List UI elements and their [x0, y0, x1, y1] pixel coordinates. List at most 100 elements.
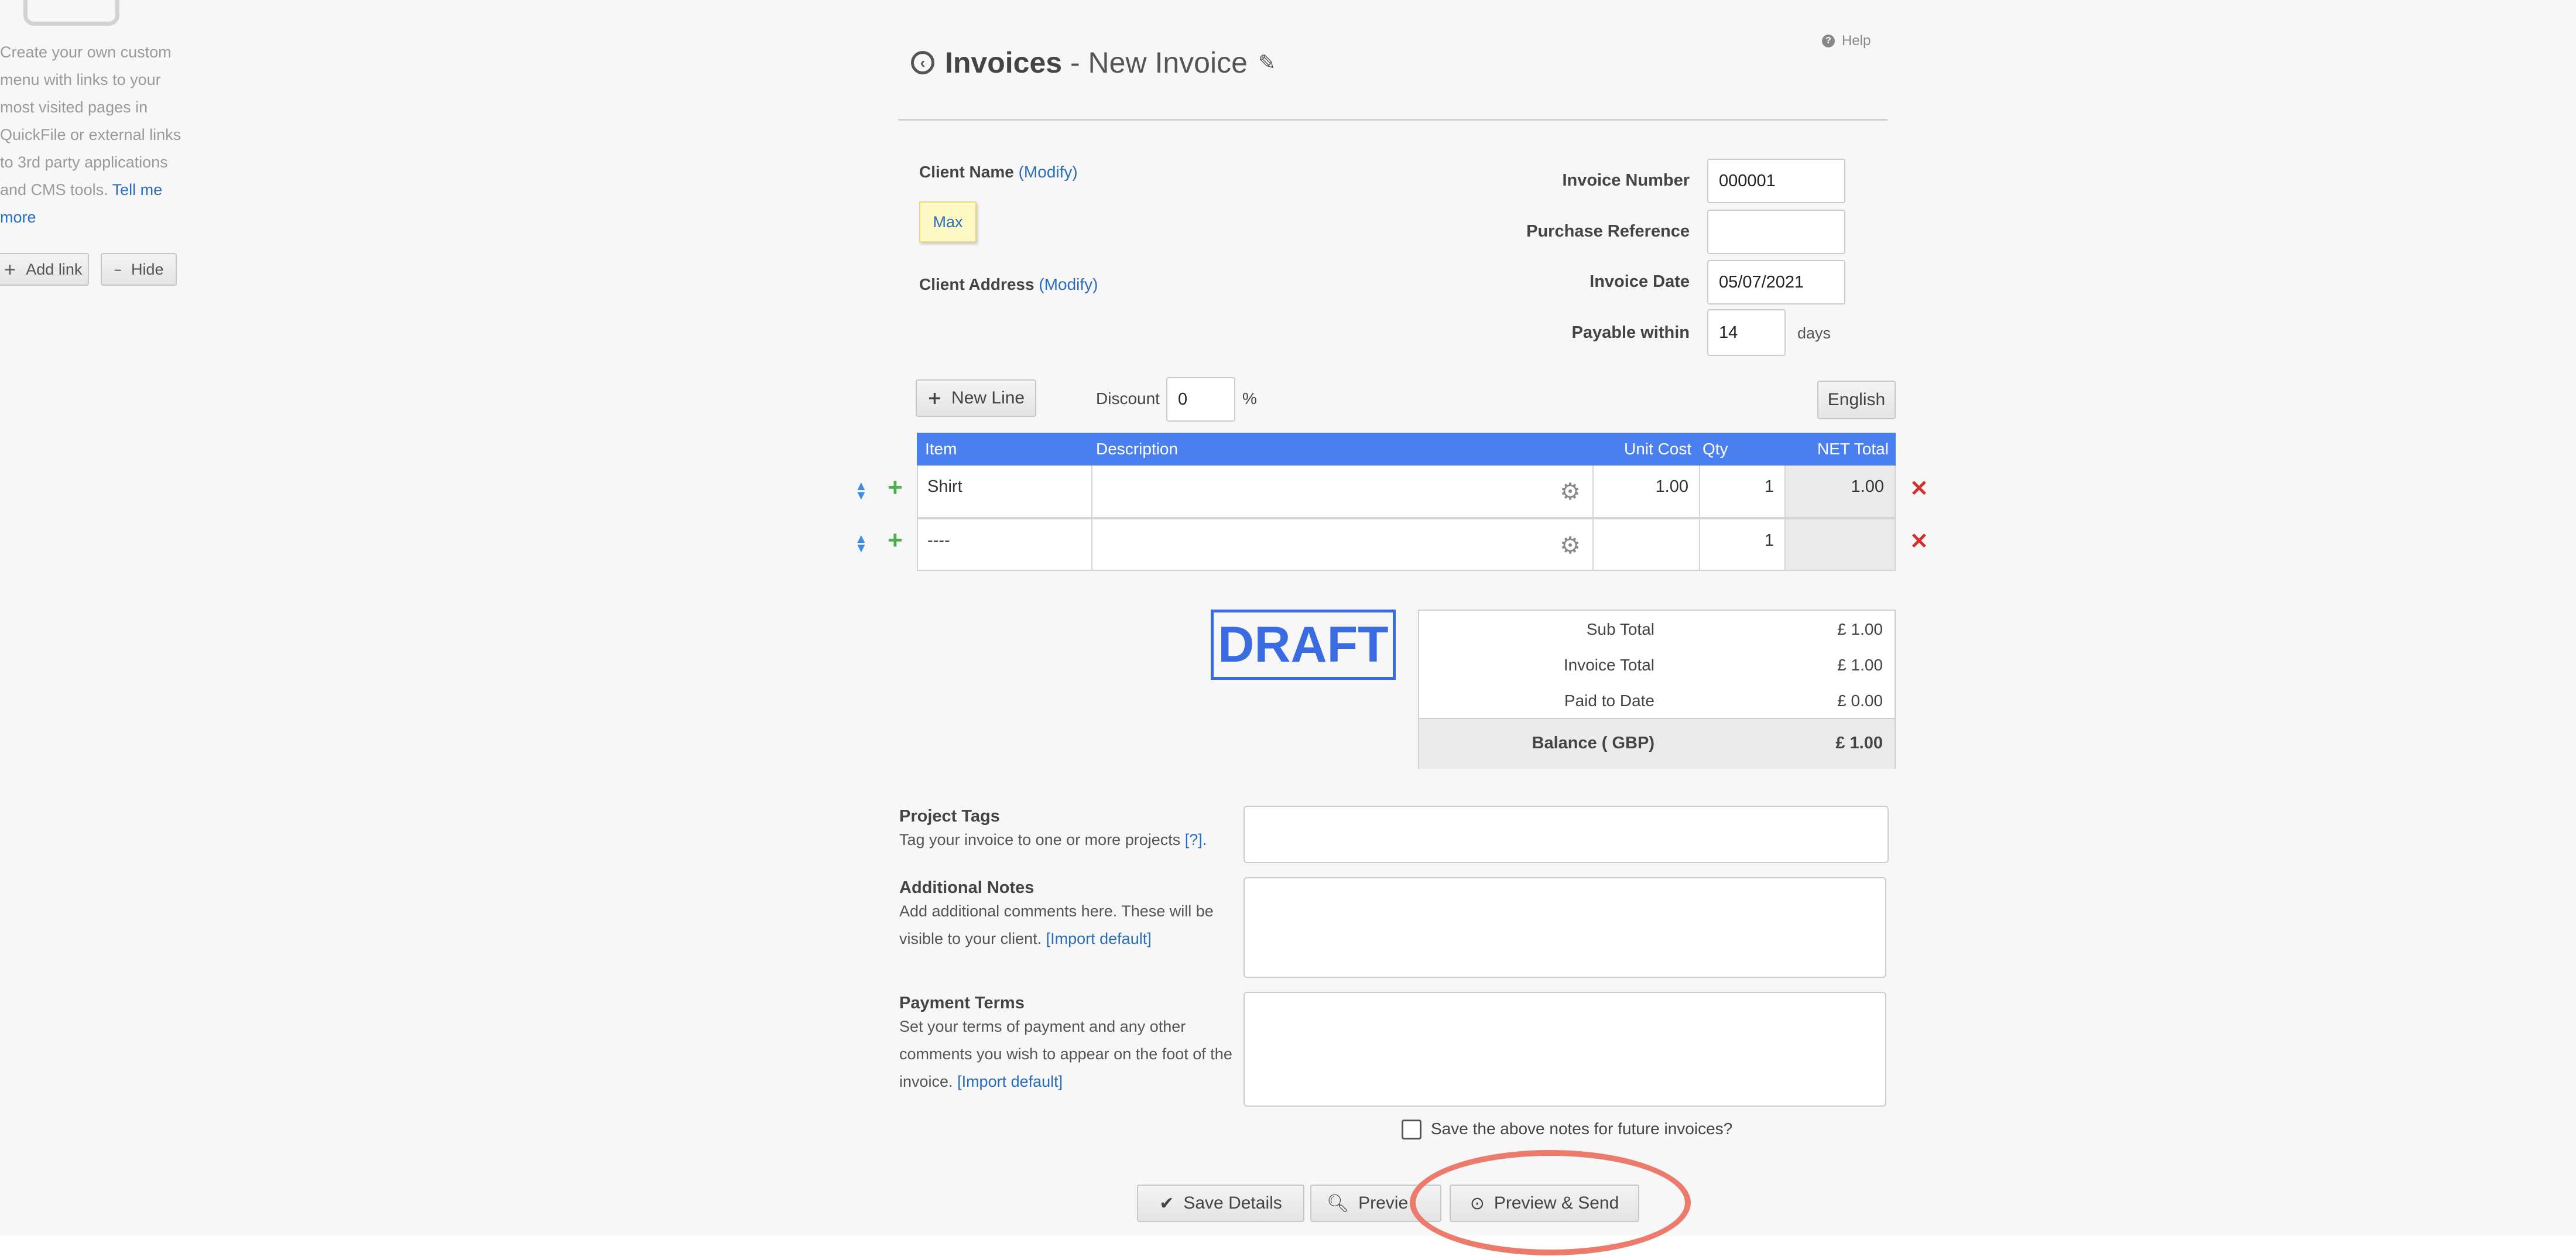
- page-footer-strip: [0, 1236, 2576, 1256]
- balance-value: £ 1.00: [1835, 734, 1883, 752]
- payment-terms-title: Payment Terms: [899, 994, 1025, 1012]
- item-value: Shirt: [927, 477, 962, 496]
- page-title-section: Invoices: [945, 46, 1063, 79]
- invoice-number-input[interactable]: 000001: [1707, 159, 1845, 203]
- terms-import-default-link[interactable]: [Import default]: [957, 1073, 1063, 1090]
- page-title: ‹ Invoices - New Invoice ✎: [911, 42, 1276, 83]
- client-address-label: Client Address (Modify): [919, 275, 1098, 294]
- project-tags-help-link[interactable]: [?].: [1185, 831, 1207, 848]
- client-name-label: Client Name (Modify): [919, 163, 1078, 182]
- purchase-reference-label: Purchase Reference: [1526, 222, 1690, 241]
- qty-cell[interactable]: 1: [1700, 519, 1786, 570]
- purchase-reference-input[interactable]: [1707, 210, 1845, 254]
- paid-to-date-row: Paid to Date £ 0.00: [1419, 682, 1895, 718]
- help-label: Help: [1842, 33, 1871, 49]
- new-line-button[interactable]: + New Line: [916, 379, 1036, 417]
- invoice-date-label: Invoice Date: [1590, 272, 1690, 291]
- modify-client-name-link[interactable]: (Modify): [1019, 163, 1078, 181]
- preview-and-send-label: Preview & Send: [1493, 1193, 1619, 1213]
- totals-box: Sub Total £ 1.00 Invoice Total £ 1.00 Pa…: [1418, 610, 1896, 769]
- notes-import-default-link[interactable]: [Import default]: [1046, 930, 1152, 947]
- custom-menu-logo: [23, 0, 119, 26]
- invoice-lines-header: Item Description Unit Cost Qty NET Total: [917, 433, 1896, 466]
- invoice-number-label: Invoice Number: [1562, 171, 1690, 190]
- qty-value: 1: [1764, 477, 1774, 496]
- add-link-button[interactable]: + Add link: [0, 253, 89, 286]
- language-button[interactable]: English: [1817, 381, 1896, 419]
- description-cell[interactable]: ⚙: [1092, 466, 1594, 517]
- minus-icon: –: [114, 260, 122, 279]
- custom-menu-text: Create your own custom menu with links t…: [0, 43, 181, 199]
- sub-total-value: £ 1.00: [1837, 620, 1883, 638]
- delete-line-icon[interactable]: ✕: [1910, 475, 1928, 502]
- preview-button[interactable]: 🔍︎ Previe: [1310, 1185, 1441, 1222]
- project-tags-section: Project Tags Tag your invoice to one or …: [899, 807, 1233, 854]
- title-separator: -: [1062, 46, 1088, 79]
- help-link[interactable]: ? Help: [1822, 33, 1871, 49]
- delete-line-icon[interactable]: ✕: [1910, 528, 1928, 555]
- net-total-cell: 1.00: [1786, 466, 1895, 517]
- payable-within-label: Payable within: [1571, 323, 1690, 342]
- balance-row: Balance ( GBP) £ 1.00: [1419, 718, 1895, 769]
- custom-menu-description: Create your own custom menu with links t…: [0, 39, 181, 231]
- hide-label: Hide: [131, 260, 164, 278]
- back-arrow-icon[interactable]: ‹: [911, 51, 934, 74]
- project-tags-description: Tag your invoice to one or more projects…: [899, 826, 1233, 854]
- item-cell[interactable]: Shirt: [918, 466, 1092, 517]
- sub-total-row: Sub Total £ 1.00: [1419, 611, 1895, 646]
- qty-cell[interactable]: 1: [1700, 466, 1786, 517]
- item-cell[interactable]: ----: [918, 519, 1092, 570]
- client-name-tag[interactable]: Max: [919, 201, 977, 242]
- modify-client-address-link[interactable]: (Modify): [1039, 275, 1098, 293]
- invoice-total-label: Invoice Total: [1563, 656, 1654, 674]
- pencil-icon[interactable]: ✎: [1258, 51, 1276, 75]
- col-description: Description: [1096, 440, 1179, 458]
- additional-notes-description: Add additional comments here. These will…: [899, 898, 1239, 953]
- col-unit-cost: Unit Cost: [1624, 440, 1692, 458]
- reorder-handle-icon[interactable]: ▲ ▼: [855, 532, 868, 555]
- insert-line-icon[interactable]: +: [888, 473, 903, 502]
- invoice-date-input[interactable]: 05/07/2021: [1707, 260, 1845, 304]
- new-line-label: New Line: [951, 388, 1025, 408]
- header-divider: [898, 119, 1888, 121]
- plus-icon: +: [927, 388, 943, 409]
- hide-button[interactable]: – Hide: [101, 253, 177, 286]
- unit-cost-value: 1.00: [1655, 477, 1688, 496]
- qty-value: 1: [1764, 531, 1774, 550]
- save-details-label: Save Details: [1183, 1193, 1282, 1213]
- payment-terms-section: Payment Terms Set your terms of payment …: [899, 994, 1239, 1096]
- reorder-handle-icon[interactable]: ▲ ▼: [855, 480, 868, 502]
- sub-total-label: Sub Total: [1586, 620, 1654, 638]
- insert-line-icon[interactable]: +: [888, 526, 903, 555]
- plus-icon: +: [3, 260, 17, 279]
- gear-icon[interactable]: ⚙: [1560, 478, 1581, 505]
- payment-terms-description: Set your terms of payment and any other …: [899, 1013, 1239, 1096]
- payable-days-input[interactable]: 14: [1707, 309, 1786, 356]
- unit-cost-cell[interactable]: 1.00: [1594, 466, 1700, 517]
- payment-terms-desc-text: Set your terms of payment and any other …: [899, 1018, 1232, 1090]
- invoice-total-value: £ 1.00: [1837, 656, 1883, 674]
- discount-input[interactable]: 0: [1166, 377, 1235, 422]
- preview-label: Previe: [1358, 1193, 1409, 1213]
- additional-notes-title: Additional Notes: [899, 878, 1034, 897]
- project-tags-input[interactable]: [1244, 806, 1889, 863]
- project-tags-desc-text: Tag your invoice to one or more projects: [899, 831, 1181, 848]
- add-link-label: Add link: [26, 260, 83, 278]
- col-qty: Qty: [1703, 440, 1728, 458]
- page-title-subtitle: New Invoice: [1088, 46, 1248, 79]
- description-cell[interactable]: ⚙: [1092, 519, 1594, 570]
- additional-notes-textarea[interactable]: [1244, 877, 1886, 978]
- paid-to-date-label: Paid to Date: [1564, 692, 1654, 710]
- net-total-cell: [1786, 519, 1895, 570]
- unit-cost-cell[interactable]: [1594, 519, 1700, 570]
- preview-and-send-button[interactable]: ⊙ Preview & Send: [1450, 1185, 1639, 1222]
- save-notes-checkbox[interactable]: [1402, 1120, 1421, 1139]
- item-value: ----: [927, 531, 950, 550]
- magnifier-icon: 🔍︎: [1327, 1193, 1349, 1214]
- paid-to-date-value: £ 0.00: [1837, 692, 1883, 710]
- gear-icon[interactable]: ⚙: [1560, 532, 1581, 559]
- save-details-button[interactable]: ✔ Save Details: [1137, 1185, 1304, 1222]
- payment-terms-textarea[interactable]: [1244, 992, 1886, 1107]
- discount-unit: %: [1242, 389, 1257, 408]
- client-name-label-text: Client Name: [919, 163, 1014, 181]
